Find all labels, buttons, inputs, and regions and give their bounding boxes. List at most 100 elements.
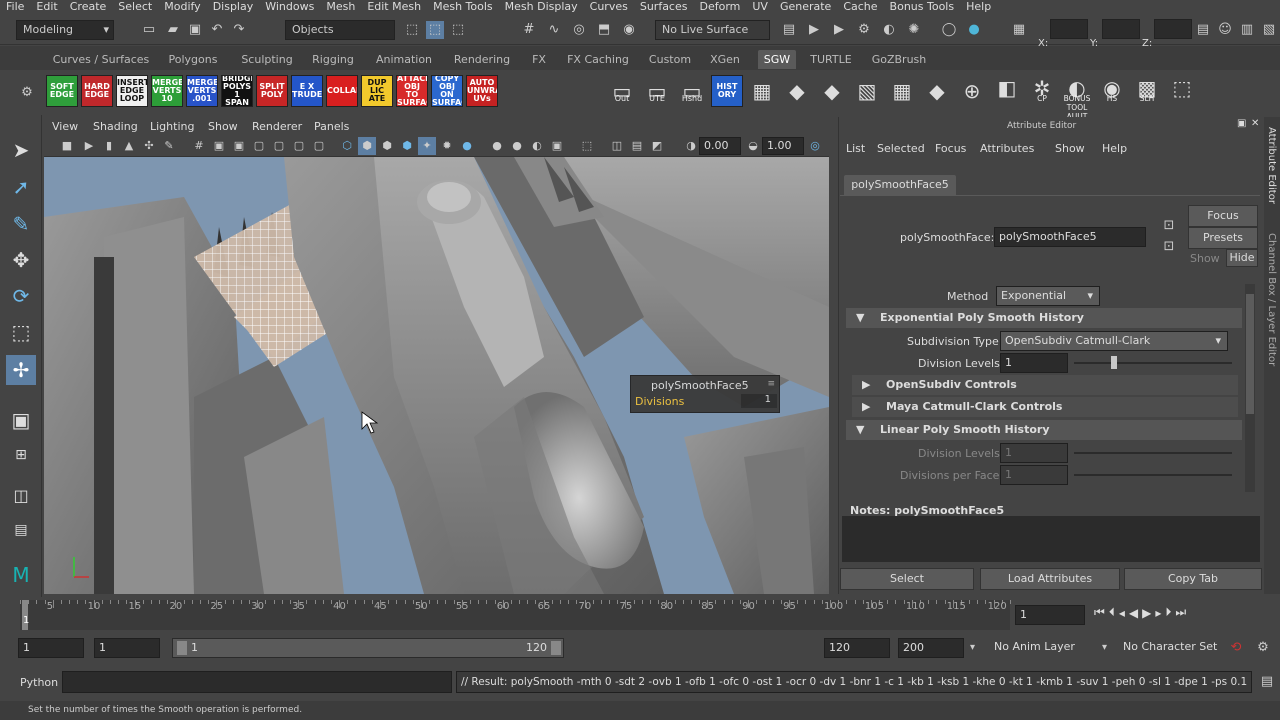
render-frame-icon[interactable]: ▶ — [805, 21, 823, 39]
live-surface-field[interactable]: No Live Surface — [655, 20, 770, 40]
open-scene-icon[interactable]: ▰ — [164, 21, 182, 39]
camera-icon[interactable]: ◯ — [940, 21, 958, 39]
subdivision-type-dropdown[interactable]: OpenSubdiv Catmull-Clark ▾ — [1000, 331, 1228, 351]
viewport-menu-lighting[interactable]: Lighting — [150, 120, 194, 133]
shelf-button-merge-verts-10[interactable]: MERGE VERTS 10 — [151, 75, 183, 107]
xray-joints-icon[interactable]: ◫ — [608, 137, 626, 155]
backface-culling-icon[interactable]: ◩ — [648, 137, 666, 155]
play-backward-icon[interactable]: ◀ — [1129, 606, 1138, 620]
undo-icon[interactable]: ↶ — [208, 21, 226, 39]
shelf-tab-polygons[interactable]: Polygons — [162, 50, 224, 69]
shelf-settings-icon[interactable]: ⚙ — [18, 84, 36, 102]
ae-node-tab[interactable]: polySmoothFace5 — [844, 175, 956, 195]
bookmark-icon[interactable]: ▮ — [100, 137, 118, 155]
script-language-label[interactable]: Python — [20, 676, 58, 689]
wireframe-on-shaded-icon[interactable]: ⬢ — [378, 137, 396, 155]
motion-blur-icon[interactable]: ● — [488, 137, 506, 155]
shelf-tab-fx-caching[interactable]: FX Caching — [563, 50, 633, 69]
shelf-button-merge-verts-001[interactable]: MERGE VERTS .001 — [186, 75, 218, 107]
snap-grid-icon[interactable]: # — [520, 21, 538, 39]
shelf-button-collapse[interactable]: COLLAPSE — [326, 75, 358, 107]
xray-icon[interactable]: ⬚ — [578, 137, 596, 155]
boolean-icon[interactable]: ▧ — [851, 75, 883, 107]
render-view-icon[interactable]: ▤ — [780, 21, 798, 39]
image-plane-icon[interactable]: ▲ — [120, 137, 138, 155]
textured-icon[interactable]: ⬢ — [398, 137, 416, 155]
command-input[interactable] — [62, 671, 452, 693]
ae-menu-attributes[interactable]: Attributes — [980, 142, 1034, 155]
close-panel-icon[interactable]: ✕ — [1251, 118, 1259, 129]
go-to-end-icon[interactable]: ⏭ — [1175, 605, 1186, 620]
animation-prefs-icon[interactable]: ⚙ — [1254, 639, 1272, 657]
range-slider[interactable]: 1 120 — [172, 638, 564, 658]
playback-end-field[interactable]: 120 — [824, 638, 890, 658]
lasso-tool-icon[interactable]: ➚ — [6, 172, 36, 202]
shelf-button-attach-obj-to-surface[interactable]: ATTACH OBJ TO SURFACE — [396, 75, 428, 107]
gamma-icon[interactable]: ◒ — [744, 137, 762, 155]
range-slider-right-handle[interactable] — [551, 641, 561, 655]
menu-windows[interactable]: Windows — [259, 0, 320, 15]
character-controls-icon[interactable]: ☺ — [1216, 21, 1234, 39]
snap-view-icon[interactable]: ⬒ — [595, 21, 613, 39]
shelf-tab-sgw[interactable]: SGW — [758, 50, 796, 69]
select-by-component-icon[interactable]: ⬚ — [449, 21, 467, 39]
menuset-dropdown[interactable]: Modeling ▾ — [16, 20, 114, 40]
menu-generate[interactable]: Generate — [774, 0, 837, 15]
divisions-per-face-slider[interactable] — [1074, 474, 1232, 476]
target-weld-icon[interactable]: ◆ — [921, 75, 953, 107]
paint-select-icon[interactable]: ✎ — [6, 209, 36, 239]
ae-menu-selected[interactable]: Selected — [877, 142, 925, 155]
menu-modify[interactable]: Modify — [158, 0, 206, 15]
ae-hide-button[interactable]: Hide — [1226, 249, 1258, 267]
single-perspective-layout-icon[interactable]: ▣ — [6, 405, 36, 435]
shelf-button-bridge-polys-1-span[interactable]: BRIDGE POLYS 1 SPAN — [221, 75, 253, 107]
viewport-menu-panels[interactable]: Panels — [314, 120, 349, 133]
shelf-tab-turtle[interactable]: TURTLE — [806, 50, 856, 69]
redo-icon[interactable]: ↷ — [230, 21, 248, 39]
resolution-gate-icon[interactable]: ▣ — [230, 137, 248, 155]
division-levels-slider-track[interactable] — [1074, 362, 1232, 364]
script-editor-icon[interactable]: ▤ — [1258, 673, 1276, 691]
menu-mesh[interactable]: Mesh — [320, 0, 361, 15]
ae-select-button[interactable]: Select — [840, 568, 974, 590]
play-forward-icon[interactable]: ▶ — [1142, 606, 1151, 620]
menu-surfaces[interactable]: Surfaces — [634, 0, 694, 15]
notes-field[interactable] — [842, 516, 1260, 562]
shelf-button-auto-unwrap-uvs[interactable]: AUTO UNWRAP UVs — [466, 75, 498, 107]
crease-icon[interactable]: ⬚ — [1166, 72, 1198, 104]
division-levels-slider-handle[interactable] — [1111, 356, 1117, 369]
grease-pencil-icon[interactable]: ✎ — [160, 137, 178, 155]
copy-tab-button[interactable]: Copy Tab — [1124, 568, 1262, 590]
modeling-toolkit-icon[interactable]: ▤ — [1194, 21, 1212, 39]
step-forward-key-icon[interactable]: ⏵ — [1165, 605, 1171, 620]
two-d-pan-icon[interactable]: ✣ — [140, 137, 158, 155]
select-tool-icon[interactable]: ➤ — [6, 135, 36, 165]
menu-mesh-display[interactable]: Mesh Display — [499, 0, 584, 15]
menu-uv[interactable]: UV — [746, 0, 774, 15]
make-live-icon[interactable]: ◉ — [620, 21, 638, 39]
ae-go-input-icon[interactable]: ⊡ — [1160, 217, 1178, 235]
menu-mesh-tools[interactable]: Mesh Tools — [427, 0, 499, 15]
float-panel-icon[interactable]: ▣ — [1237, 118, 1246, 129]
section-exponential-history[interactable]: ▼ Exponential Poly Smooth History — [846, 308, 1242, 328]
exposure-icon[interactable]: ◑ — [682, 137, 700, 155]
divisions-per-face-field[interactable]: 1 — [1000, 465, 1068, 485]
go-to-start-icon[interactable]: ⏮ — [1094, 605, 1105, 620]
current-frame-field[interactable]: 1 — [1015, 605, 1085, 625]
shelf-button-dup-lic-ate[interactable]: DUP LIC ATE — [361, 75, 393, 107]
animation-start-field[interactable]: 1 — [18, 638, 84, 658]
shelf-tab-curves-surfaces[interactable]: Curves / Surfaces — [50, 50, 152, 69]
shelf-tab-xgen[interactable]: XGen — [705, 50, 745, 69]
universal-manipulator-icon[interactable]: ✢ — [6, 355, 36, 385]
hud-menu-icon[interactable]: ≡ — [767, 379, 775, 389]
menu-edit-mesh[interactable]: Edit Mesh — [361, 0, 427, 15]
range-slider-left-handle[interactable] — [177, 641, 187, 655]
shelf-tab-gozbrush[interactable]: GoZBrush — [866, 50, 932, 69]
bevel-icon[interactable]: ◆ — [816, 75, 848, 107]
maya-logo-icon[interactable]: M — [6, 560, 36, 590]
render-settings-icon[interactable]: ⚙ — [855, 21, 873, 39]
combine-icon[interactable]: ◧ — [991, 72, 1023, 104]
ae-menu-focus[interactable]: Focus — [935, 142, 966, 155]
xray-components-icon[interactable]: ▤ — [628, 137, 646, 155]
linear-division-levels-field[interactable]: 1 — [1000, 443, 1068, 463]
